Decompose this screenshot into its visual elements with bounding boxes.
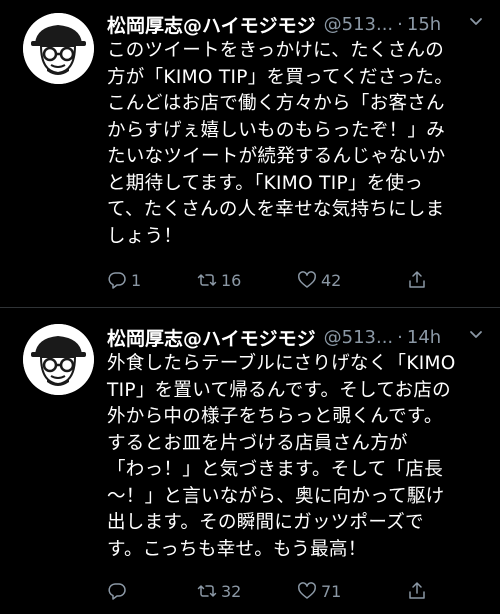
share-button[interactable] (407, 581, 427, 601)
chevron-down-icon[interactable] (468, 326, 484, 342)
chevron-down-icon[interactable] (468, 13, 484, 29)
like-icon (298, 271, 316, 288)
tweet-text-line: て、たくさんの人を幸せな気持ちにしま (107, 199, 445, 220)
timestamp[interactable]: 14h (407, 327, 441, 348)
tweet-text-line: からすげぇ嬉しいものもらったぞ！」み (107, 119, 446, 141)
tweet-text-line: す。こっちも幸せ。もう最高！ (107, 538, 367, 560)
reply-count: 1 (131, 270, 142, 290)
tweet-text: このツイートをきっかけに、たくさんの 方が「KIMO TIP」を買ってくださった… (107, 38, 484, 250)
tweet-text-line: 出します。その瞬間にガッツポーズで (107, 512, 424, 533)
retweet-count: 16 (221, 270, 242, 290)
tweet-text: 外食したらテーブルにさりげなく「KIMO TIP」を置いて帰るんです。そしてお店… (107, 351, 484, 563)
tweet-actions: 1 16 42 (107, 268, 484, 292)
tweet-actions: 32 71 (107, 579, 484, 603)
retweet-count: 32 (221, 581, 242, 601)
share-button[interactable] (407, 270, 427, 290)
tweet-text-line: たいなツイートが続発するんじゃないか (107, 146, 446, 167)
avatar-illustration (23, 324, 94, 395)
tweet-text-line: するとお皿を片づける店員さん方が (107, 432, 408, 454)
tweet-text-line: しょう！ (107, 225, 183, 247)
share-icon (409, 271, 425, 288)
timestamp[interactable]: 15h (407, 14, 441, 35)
tweet-text-line: 方が「KIMO TIP」を買ってくださった。 (107, 66, 454, 88)
author-name[interactable]: 松岡厚志@ハイモジモジ (107, 11, 316, 38)
tweet-text-line: 「わっ！」と気づきます。そして「店長 (107, 459, 443, 480)
author-handle[interactable]: @513... (324, 327, 394, 348)
like-button[interactable]: 42 (297, 270, 407, 290)
author-handle[interactable]: @513... (324, 14, 394, 35)
tweet-text-line: 〜！」と言いながら、奥に向かって駆け (107, 485, 445, 507)
retweet-button[interactable]: 32 (197, 581, 297, 601)
like-count: 71 (321, 581, 342, 601)
tweet-content: 松岡厚志@ハイモジモジ @513... · 14h 外食したらテーブルにさりげな… (107, 324, 484, 603)
reply-icon (108, 272, 126, 289)
tweet-text-line: TIP」を置いて帰るんです。そしてお店の (107, 379, 451, 401)
tweet-text-line: 外食したらテーブルにさりげなく「KIMO (107, 353, 456, 374)
reply-button[interactable]: 1 (107, 270, 197, 290)
tweet-text-line: このツイートをきっかけに、たくさんの (107, 40, 445, 61)
tweet-content: 松岡厚志@ハイモジモジ @513... · 15h このツイートをきっかけに、た… (107, 11, 484, 292)
share-icon (409, 582, 425, 599)
tweet[interactable]: 松岡厚志@ハイモジモジ @513... · 15h このツイートをきっかけに、た… (0, 0, 500, 308)
tweet-text-line: と期待してます。「KIMO TIP」を使っ (107, 172, 424, 194)
retweet-button[interactable]: 16 (197, 270, 297, 290)
like-count: 42 (321, 270, 342, 290)
author-name[interactable]: 松岡厚志@ハイモジモジ (107, 324, 316, 351)
separator-dot: · (397, 13, 403, 35)
retweet-icon (197, 585, 217, 597)
avatar-illustration (23, 13, 94, 84)
avatar[interactable] (23, 13, 94, 84)
like-button[interactable]: 71 (297, 581, 407, 601)
retweet-icon (197, 274, 217, 286)
reply-button[interactable] (107, 581, 197, 601)
reply-icon (108, 583, 126, 600)
tweet-text-line: 外から中の様子をちらっと覗くんです。 (107, 406, 443, 427)
tweet-text-line: こんどはお店で働く方々から「お客さん (107, 93, 445, 114)
tweet[interactable]: 松岡厚志@ハイモジモジ @513... · 14h 外食したらテーブルにさりげな… (0, 308, 500, 614)
avatar[interactable] (23, 324, 94, 395)
separator-dot: · (397, 326, 403, 348)
tweet-header: 松岡厚志@ハイモジモジ @513... · 15h (107, 11, 484, 37)
like-icon (298, 582, 316, 599)
tweet-header: 松岡厚志@ハイモジモジ @513... · 14h (107, 324, 484, 350)
